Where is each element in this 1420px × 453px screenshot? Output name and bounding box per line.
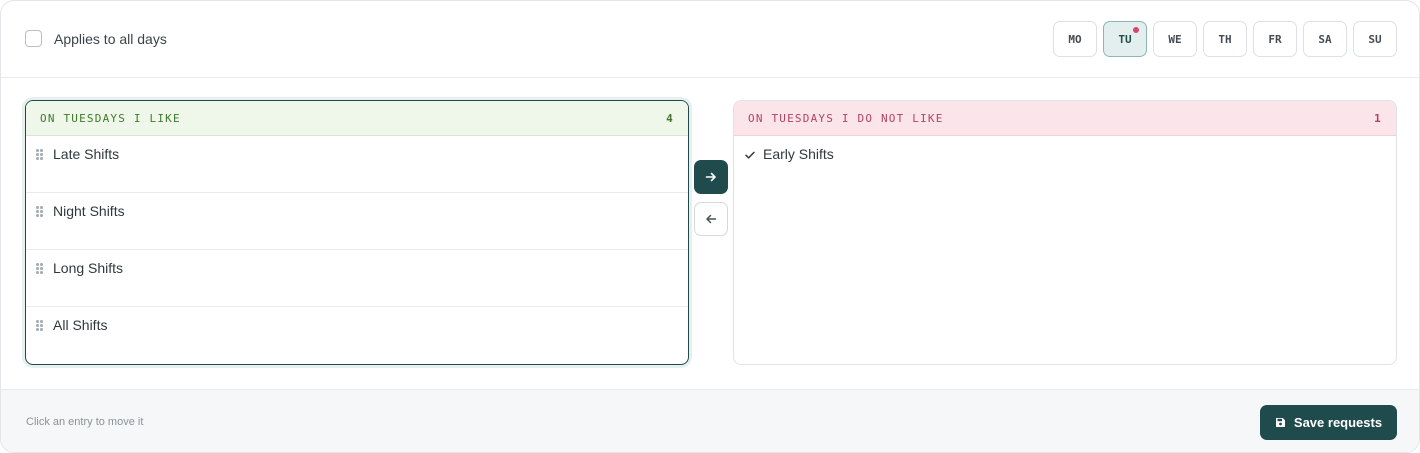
applies-to-all-days-checkbox[interactable] [25, 30, 42, 47]
arrow-left-icon [706, 214, 717, 224]
save-requests-label: Save requests [1293, 415, 1383, 430]
day-label: TH [1218, 32, 1232, 46]
dislike-panel-count: 1 [1374, 111, 1382, 125]
drag-handle-icon[interactable] [36, 206, 44, 217]
entry-label: Long Shifts [53, 260, 124, 276]
like-entry-late-shifts[interactable]: Late Shifts [26, 136, 688, 193]
day-button-we[interactable]: WE [1153, 21, 1197, 57]
like-panel-count: 4 [666, 111, 674, 125]
dislike-panel-header: ON TUESDAYS I DO NOT LIKE 1 [734, 101, 1396, 136]
entry-label: Night Shifts [53, 203, 125, 219]
dislike-panel-title: ON TUESDAYS I DO NOT LIKE [748, 111, 944, 125]
like-panel: ON TUESDAYS I LIKE 4 Late Shifts Night S… [25, 100, 689, 365]
footer-bar: Click an entry to move it Save requests [1, 389, 1419, 452]
floppy-disk-icon [1275, 418, 1285, 427]
entry-label: Early Shifts [763, 146, 834, 162]
day-button-th[interactable]: TH [1203, 21, 1247, 57]
day-label: SA [1318, 32, 1332, 46]
day-button-tu[interactable]: TU [1103, 21, 1147, 57]
day-label: FR [1268, 32, 1282, 46]
day-button-su[interactable]: SU [1353, 21, 1397, 57]
like-entry-long-shifts[interactable]: Long Shifts [26, 250, 688, 307]
drag-handle-icon[interactable] [36, 320, 44, 331]
dislike-panel: ON TUESDAYS I DO NOT LIKE 1 Early Shifts [733, 100, 1397, 365]
dislike-entry-early-shifts[interactable]: Early Shifts [734, 136, 1396, 193]
like-panel-header: ON TUESDAYS I LIKE 4 [26, 101, 688, 136]
day-label: WE [1168, 32, 1182, 46]
check-icon [745, 151, 755, 159]
top-bar: Applies to all days MO TU WE TH FR SA SU [1, 1, 1419, 78]
move-to-like-button[interactable] [694, 202, 728, 236]
hint-text: Click an entry to move it [26, 416, 144, 428]
like-entry-night-shifts[interactable]: Night Shifts [26, 193, 688, 250]
applies-to-all-days-label: Applies to all days [54, 30, 167, 47]
save-requests-button[interactable]: Save requests [1260, 405, 1397, 440]
arrow-right-icon [705, 172, 716, 182]
day-label: SU [1368, 32, 1382, 46]
entry-label: All Shifts [53, 317, 108, 333]
like-entry-all-shifts[interactable]: All Shifts [26, 307, 688, 364]
has-requests-dot [1133, 27, 1139, 33]
entry-label: Late Shifts [53, 146, 120, 162]
day-selector: MO TU WE TH FR SA SU [1053, 21, 1397, 57]
day-label: MO [1068, 32, 1082, 46]
day-button-sa[interactable]: SA [1303, 21, 1347, 57]
move-to-dislike-button[interactable] [694, 160, 728, 194]
applies-to-all-days-toggle[interactable]: Applies to all days [25, 30, 167, 47]
like-panel-title: ON TUESDAYS I LIKE [40, 111, 181, 125]
day-button-fr[interactable]: FR [1253, 21, 1297, 57]
drag-handle-icon[interactable] [36, 263, 44, 274]
day-button-mo[interactable]: MO [1053, 21, 1097, 57]
drag-handle-icon[interactable] [36, 149, 44, 160]
day-label: TU [1118, 32, 1132, 46]
preferences-card: Applies to all days MO TU WE TH FR SA SU… [0, 0, 1420, 453]
